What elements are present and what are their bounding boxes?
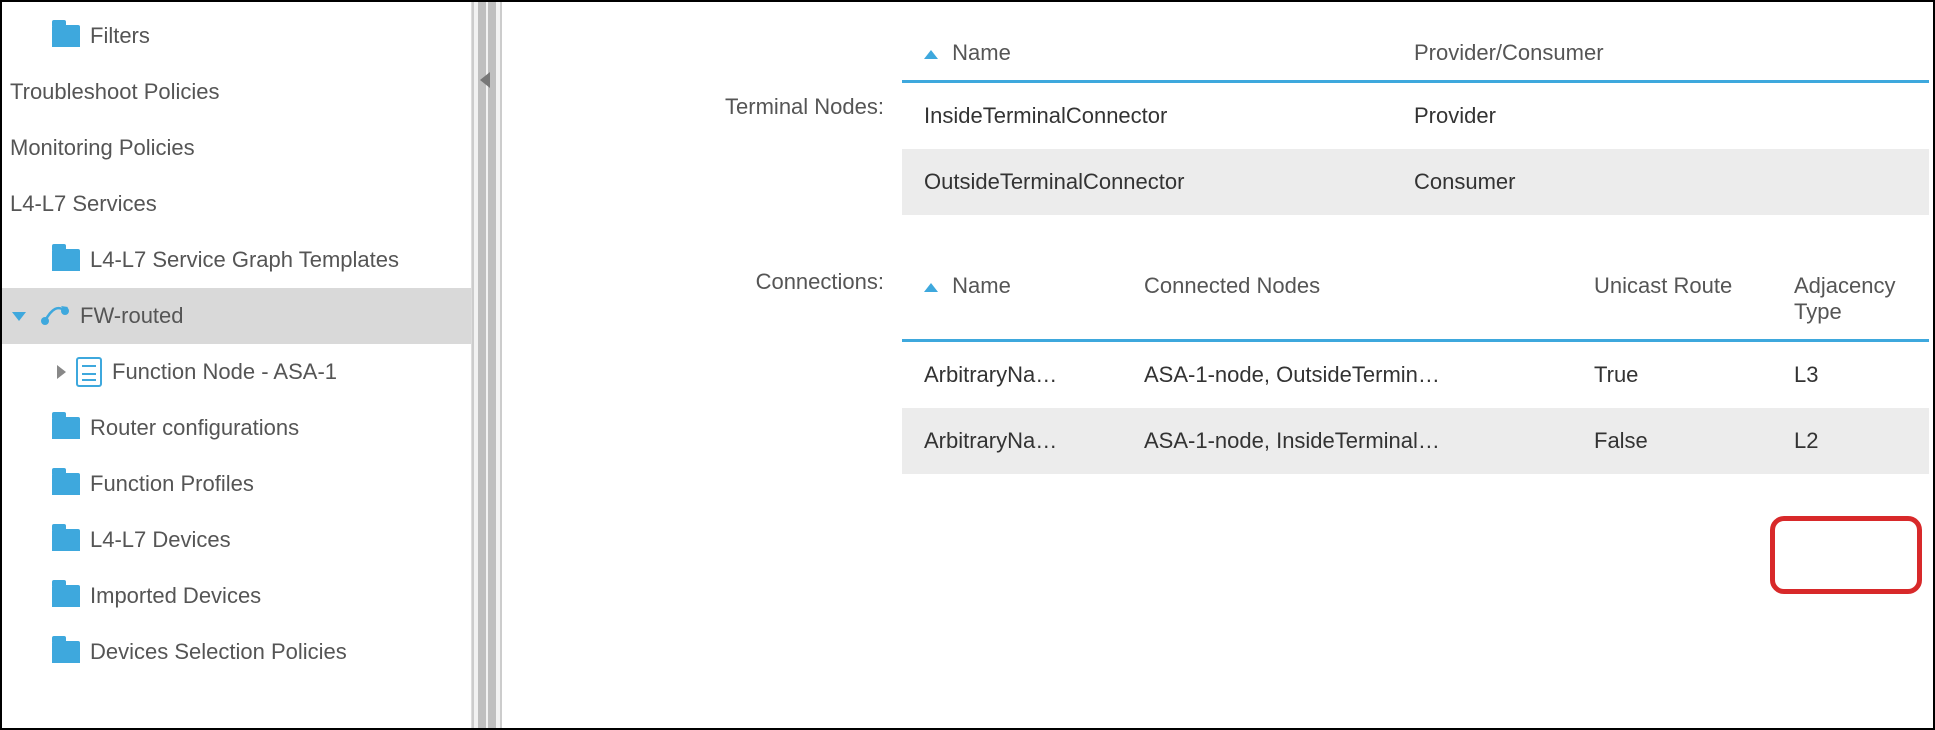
chevron-down-icon [12,312,26,321]
col-label: Unicast Route [1594,273,1732,298]
table-row[interactable]: ArbitraryNa… ASA-1-node, OutsideTermin… … [902,342,1929,408]
col-connected-nodes[interactable]: Connected Nodes [1122,273,1572,325]
tree-label: Function Profiles [90,471,254,497]
tree-label: L4-L7 Devices [90,527,231,553]
cell-adj: L3 [1772,362,1929,388]
splitter-grip-icon [478,2,486,728]
col-label: Name [952,40,1011,65]
function-node-icon [76,357,102,387]
folder-icon [52,249,80,271]
col-name[interactable]: Name [902,273,1122,325]
tree-item-l4l7-devices[interactable]: L4-L7 Devices [2,512,471,568]
tree-label: Filters [90,23,150,49]
main-content: Terminal Nodes: Name Provider/Consumer I… [502,2,1933,728]
table-row[interactable]: ArbitraryNa… ASA-1-node, InsideTerminal…… [902,408,1929,474]
tree-label: Imported Devices [90,583,261,609]
col-label: Adjacency Type [1794,273,1896,324]
connections-label: Connections: [502,255,902,295]
tree-item-function-profiles[interactable]: Function Profiles [2,456,471,512]
tree-label: Troubleshoot Policies [10,79,220,105]
cell-nodes: ASA-1-node, InsideTerminal… [1122,428,1572,454]
pane-splitter[interactable] [472,2,502,728]
navigation-tree: Filters Troubleshoot Policies Monitoring… [2,2,472,728]
folder-icon [52,585,80,607]
col-name[interactable]: Name [902,40,1392,66]
tree-item-filters[interactable]: Filters [2,8,471,64]
tree-item-imported-devices[interactable]: Imported Devices [2,568,471,624]
terminal-nodes-label: Terminal Nodes: [502,22,902,120]
tree-label: Devices Selection Policies [90,639,347,665]
cell-pc: Consumer [1392,169,1929,195]
tree-label: Function Node - ASA-1 [112,359,337,385]
col-unicast-route[interactable]: Unicast Route [1572,273,1772,325]
tree-item-monitoring-policies[interactable]: Monitoring Policies [2,120,471,176]
table-header: Name Connected Nodes Unicast Route Adjac… [902,255,1929,342]
tree-label: L4-L7 Services [10,191,157,217]
cell-uni: False [1572,428,1772,454]
tree-item-function-node-asa1[interactable]: Function Node - ASA-1 [2,344,471,400]
cell-name: InsideTerminalConnector [902,103,1392,129]
tree-item-devices-selection-policies[interactable]: Devices Selection Policies [2,624,471,680]
cell-pc: Provider [1392,103,1929,129]
col-label: Name [952,273,1011,298]
tree-label: Monitoring Policies [10,135,195,161]
tree-item-router-configurations[interactable]: Router configurations [2,400,471,456]
sort-asc-icon [924,50,938,59]
table-header: Name Provider/Consumer [902,22,1929,83]
folder-icon [52,417,80,439]
tree-label: L4-L7 Service Graph Templates [90,247,399,273]
tree-item-fw-routed[interactable]: FW-routed [2,288,471,344]
cell-name: OutsideTerminalConnector [902,169,1392,195]
cell-uni: True [1572,362,1772,388]
tree-item-service-graph-templates[interactable]: L4-L7 Service Graph Templates [2,232,471,288]
table-row[interactable]: InsideTerminalConnector Provider [902,83,1929,149]
cell-adj: L2 [1772,428,1929,454]
connections-table: Name Connected Nodes Unicast Route Adjac… [902,255,1929,474]
folder-icon [52,529,80,551]
table-row[interactable]: OutsideTerminalConnector Consumer [902,149,1929,215]
service-graph-icon [40,304,70,328]
col-label: Connected Nodes [1144,273,1320,298]
sort-asc-icon [924,283,938,292]
collapse-left-icon[interactable] [480,72,490,88]
tree-item-troubleshoot-policies[interactable]: Troubleshoot Policies [2,64,471,120]
col-provider-consumer[interactable]: Provider/Consumer [1392,40,1929,66]
folder-icon [52,473,80,495]
tree-label: FW-routed [80,303,184,329]
folder-icon [52,641,80,663]
folder-icon [52,25,80,47]
connections-section: Connections: Name Connected Nodes Unicas… [502,255,1933,474]
app-root: Filters Troubleshoot Policies Monitoring… [2,2,1933,728]
tree-item-l4l7-services[interactable]: L4-L7 Services [2,176,471,232]
terminal-nodes-section: Terminal Nodes: Name Provider/Consumer I… [502,22,1933,215]
cell-name: ArbitraryNa… [902,362,1122,388]
cell-name: ArbitraryNa… [902,428,1122,454]
tree-label: Router configurations [90,415,299,441]
terminal-nodes-table: Name Provider/Consumer InsideTerminalCon… [902,22,1929,215]
chevron-right-icon [57,365,66,379]
col-adjacency-type[interactable]: Adjacency Type [1772,273,1929,325]
cell-nodes: ASA-1-node, OutsideTermin… [1122,362,1572,388]
col-label: Provider/Consumer [1414,40,1604,65]
